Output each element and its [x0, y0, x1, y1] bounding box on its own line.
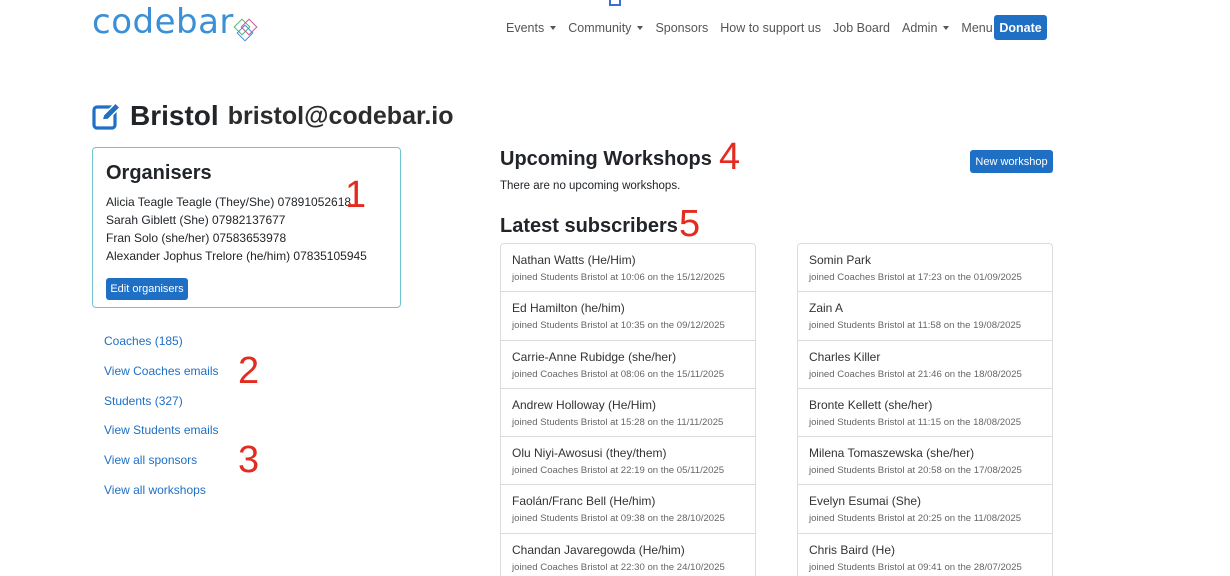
organiser-item: Alexander Jophus Trelore (he/him) 078351… [106, 249, 367, 263]
main-nav: Events Community Sponsors How to support… [506, 14, 1017, 42]
list-item: Bronte Kellett (she/her) joined Students … [798, 389, 1052, 438]
chapter-name: Bristol [130, 100, 219, 131]
list-item: Somin Park joined Coaches Bristol at 17:2… [798, 244, 1052, 293]
subscriber-meta: joined Coaches Bristol at 22:19 on the 0… [512, 465, 725, 477]
list-item: Evelyn Esumai (She) joined Students Brist… [798, 485, 1052, 534]
view-all-sponsors-link[interactable]: View all sponsors [104, 452, 219, 482]
list-item: Andrew Holloway (He/Him) joined Students … [501, 389, 755, 438]
list-item: Faolán/Franc Bell (He/him) joined Student… [501, 485, 755, 534]
subscribers-list-right: Somin Park joined Coaches Bristol at 17:2… [797, 243, 1053, 576]
subscriber-meta: joined Students Bristol at 09:38 on the … [512, 513, 725, 525]
subscriber-name: Olu Niyi-Awosusi (they/them) [512, 446, 667, 461]
list-item: Ed Hamilton (he/him) joined Students Bris… [501, 292, 755, 341]
subscriber-name: Andrew Holloway (He/Him) [512, 397, 657, 412]
latest-subscribers-heading: Latest subscribers [500, 215, 678, 237]
subscriber-name: Nathan Watts (He/Him) [512, 253, 636, 267]
subscriber-meta: joined Students Bristol at 15:28 on the … [512, 416, 724, 428]
subscriber-meta: joined Students Bristol at 09:41 on the … [809, 561, 1022, 573]
subscriber-name: Bronte Kellett (she/her) [809, 397, 933, 412]
chevron-down-icon [637, 26, 644, 30]
coaches-link[interactable]: Coaches (185) [104, 333, 219, 363]
nav-how-to-support[interactable]: How to support us [720, 21, 821, 35]
nav-events[interactable]: Events [506, 21, 557, 35]
list-item: Zain A joined Students Bristol at 11:58 o… [798, 292, 1052, 341]
subscriber-name: Chris Baird (He) [809, 542, 896, 557]
subscriber-name: Evelyn Esumai (She) [809, 494, 922, 509]
subscriber-meta: joined Coaches Bristol at 22:30 on the 2… [512, 561, 725, 573]
subscriber-meta: joined Students Bristol at 20:25 on the … [809, 513, 1022, 525]
subscriber-name: Somin Park [809, 253, 872, 267]
page-top-marker-icon [609, 0, 621, 6]
nav-job-board[interactable]: Job Board [833, 21, 890, 35]
subscribers-list-left: Nathan Watts (He/Him) joined Students Bri… [500, 243, 756, 576]
organisers-card: Organisers Alicia Teagle Teagle (They/Sh… [92, 147, 401, 308]
subscriber-meta: joined Students Bristol at 10:35 on the … [512, 320, 725, 332]
view-students-emails-link[interactable]: View Students emails [104, 422, 219, 452]
new-workshop-button[interactable]: New workshop [970, 150, 1053, 173]
page-title: Bristol bristol@codebar.io [92, 100, 454, 132]
subscriber-meta: joined Students Bristol at 11:15 on the … [809, 416, 1022, 428]
chapter-links: Coaches (185) View Coaches emails Studen… [104, 333, 219, 512]
annotation-2: 2 [238, 350, 260, 392]
subscriber-name: Carrie-Anne Rubidge (she/her) [512, 349, 677, 364]
chevron-down-icon [943, 26, 950, 30]
list-item: Chris Baird (He) joined Students Bristol … [798, 534, 1052, 576]
donate-button[interactable]: Donate [994, 15, 1047, 40]
logo-text: codebar [92, 2, 234, 42]
list-item: Charles Killer joined Coaches Bristol at … [798, 341, 1052, 389]
annotation-4: 4 [719, 136, 741, 178]
logo-mark-icon [233, 18, 262, 46]
students-link[interactable]: Students (327) [104, 393, 219, 423]
subscriber-meta: joined Coaches Bristol at 17:23 on the 0… [809, 272, 1022, 283]
subscriber-name: Faolán/Franc Bell (He/him) [512, 494, 656, 509]
organiser-item: Fran Solo (she/her) 07583653978 [106, 231, 287, 245]
chapter-email: bristol@codebar.io [227, 101, 454, 130]
nav-admin[interactable]: Admin [902, 21, 950, 35]
subscriber-meta: joined Students Bristol at 10:06 on the … [512, 272, 725, 283]
list-item: Nathan Watts (He/Him) joined Students Bri… [501, 244, 755, 293]
subscriber-name: Chandan Javaregowda (He/him) [512, 542, 685, 557]
list-item: Milena Tomaszewska (she/her) joined Stude… [798, 437, 1052, 486]
list-item: Olu Niyi-Awosusi (they/them) joined Coach… [501, 437, 755, 486]
edit-organisers-button[interactable]: Edit organisers [106, 278, 188, 300]
subscriber-name: Milena Tomaszewska (she/her) [809, 446, 975, 461]
annotation-1: 1 [345, 174, 367, 216]
subscriber-name: Ed Hamilton (he/him) [512, 301, 625, 316]
view-all-workshops-link[interactable]: View all workshops [104, 482, 219, 512]
view-coaches-emails-link[interactable]: View Coaches emails [104, 363, 219, 393]
nav-community[interactable]: Community [568, 21, 644, 35]
codebar-logo[interactable]: codebar [92, 4, 262, 50]
subscriber-meta: joined Coaches Bristol at 21:46 on the 1… [809, 368, 1022, 380]
annotation-3: 3 [238, 439, 260, 481]
edit-icon[interactable] [92, 101, 122, 131]
list-item: Chandan Javaregowda (He/him) joined Coach… [501, 534, 755, 576]
subscriber-meta: joined Coaches Bristol at 08:06 on the 1… [512, 368, 725, 380]
nav-sponsors[interactable]: Sponsors [655, 21, 708, 35]
no-workshops-text: There are no upcoming workshops. [500, 180, 681, 192]
subscriber-name: Charles Killer [809, 349, 881, 364]
upcoming-workshops-heading: Upcoming Workshops [500, 148, 712, 170]
list-item: Carrie-Anne Rubidge (she/her) joined Coac… [501, 341, 755, 389]
subscriber-name: Zain A [809, 301, 844, 316]
chevron-down-icon [550, 26, 557, 30]
annotation-5: 5 [679, 203, 701, 245]
subscriber-meta: joined Students Bristol at 11:58 on the … [809, 320, 1022, 332]
subscriber-meta: joined Students Bristol at 20:58 on the … [809, 465, 1022, 477]
